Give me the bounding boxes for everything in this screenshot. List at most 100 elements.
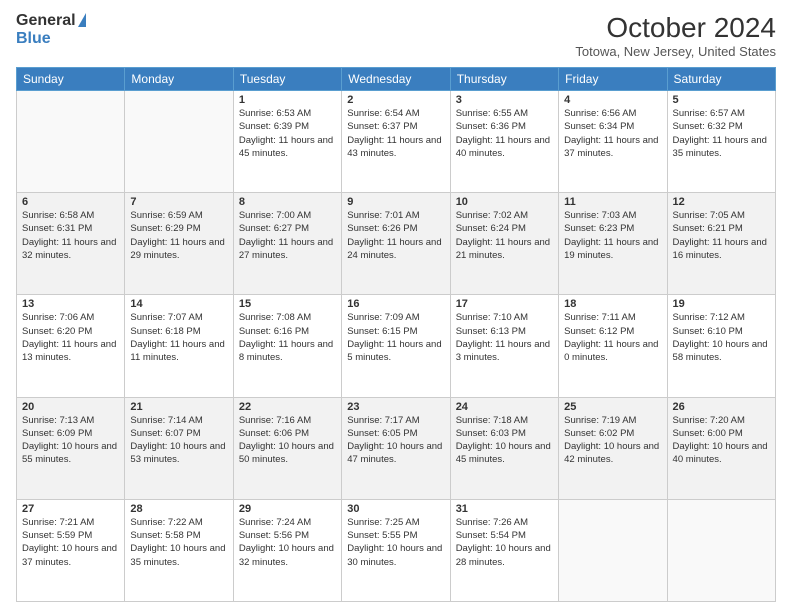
- sunset: Sunset: 6:29 PM: [130, 223, 200, 234]
- day-number: 7: [130, 196, 227, 208]
- day-number: 17: [456, 298, 553, 310]
- sunset: Sunset: 6:15 PM: [347, 326, 417, 337]
- logo-general: General: [16, 12, 76, 30]
- header: General Blue October 2024 Totowa, New Je…: [16, 12, 776, 59]
- sunrise: Sunrise: 7:24 AM: [239, 517, 311, 528]
- sunrise: Sunrise: 7:05 AM: [673, 210, 745, 221]
- day-number: 15: [239, 298, 336, 310]
- sunset: Sunset: 5:55 PM: [347, 530, 417, 541]
- sunset: Sunset: 6:00 PM: [673, 428, 743, 439]
- daylight: Daylight: 10 hours and 58 minutes.: [673, 339, 768, 363]
- day-info: Sunrise: 6:53 AMSunset: 6:39 PMDaylight:…: [239, 107, 336, 160]
- sunset: Sunset: 6:09 PM: [22, 428, 92, 439]
- day-number: 20: [22, 401, 119, 413]
- daylight: Daylight: 11 hours and 13 minutes.: [22, 339, 116, 363]
- sunset: Sunset: 6:31 PM: [22, 223, 92, 234]
- daylight: Daylight: 11 hours and 32 minutes.: [22, 237, 116, 261]
- day-info: Sunrise: 7:19 AMSunset: 6:02 PMDaylight:…: [564, 414, 661, 467]
- daylight: Daylight: 11 hours and 8 minutes.: [239, 339, 333, 363]
- sunset: Sunset: 6:37 PM: [347, 121, 417, 132]
- sunrise: Sunrise: 7:09 AM: [347, 312, 419, 323]
- day-number: 28: [130, 503, 227, 515]
- day-number: 31: [456, 503, 553, 515]
- sunset: Sunset: 6:12 PM: [564, 326, 634, 337]
- logo: General Blue: [16, 12, 86, 48]
- day-number: 8: [239, 196, 336, 208]
- daylight: Daylight: 11 hours and 21 minutes.: [456, 237, 550, 261]
- sunset: Sunset: 5:59 PM: [22, 530, 92, 541]
- header-row: Sunday Monday Tuesday Wednesday Thursday…: [17, 68, 776, 91]
- table-row: 18Sunrise: 7:11 AMSunset: 6:12 PMDayligh…: [559, 295, 667, 397]
- daylight: Daylight: 10 hours and 45 minutes.: [456, 441, 551, 465]
- daylight: Daylight: 10 hours and 28 minutes.: [456, 543, 551, 567]
- day-info: Sunrise: 7:25 AMSunset: 5:55 PMDaylight:…: [347, 516, 444, 569]
- daylight: Daylight: 11 hours and 45 minutes.: [239, 135, 333, 159]
- sunrise: Sunrise: 7:13 AM: [22, 415, 94, 426]
- col-wednesday: Wednesday: [342, 68, 450, 91]
- sunrise: Sunrise: 7:26 AM: [456, 517, 528, 528]
- day-number: 30: [347, 503, 444, 515]
- calendar-table: Sunday Monday Tuesday Wednesday Thursday…: [16, 67, 776, 602]
- sunrise: Sunrise: 7:19 AM: [564, 415, 636, 426]
- day-number: 16: [347, 298, 444, 310]
- sunrise: Sunrise: 6:54 AM: [347, 108, 419, 119]
- daylight: Daylight: 11 hours and 0 minutes.: [564, 339, 658, 363]
- sunset: Sunset: 6:21 PM: [673, 223, 743, 234]
- sunset: Sunset: 6:06 PM: [239, 428, 309, 439]
- daylight: Daylight: 11 hours and 37 minutes.: [564, 135, 658, 159]
- day-number: 10: [456, 196, 553, 208]
- table-row: 13Sunrise: 7:06 AMSunset: 6:20 PMDayligh…: [17, 295, 125, 397]
- sunset: Sunset: 6:27 PM: [239, 223, 309, 234]
- calendar-page: General Blue October 2024 Totowa, New Je…: [0, 0, 792, 612]
- table-row: 22Sunrise: 7:16 AMSunset: 6:06 PMDayligh…: [233, 397, 341, 499]
- sunset: Sunset: 6:07 PM: [130, 428, 200, 439]
- sunset: Sunset: 5:56 PM: [239, 530, 309, 541]
- sunrise: Sunrise: 7:08 AM: [239, 312, 311, 323]
- day-info: Sunrise: 7:01 AMSunset: 6:26 PMDaylight:…: [347, 209, 444, 262]
- day-info: Sunrise: 6:56 AMSunset: 6:34 PMDaylight:…: [564, 107, 661, 160]
- table-row: [559, 499, 667, 601]
- table-row: 15Sunrise: 7:08 AMSunset: 6:16 PMDayligh…: [233, 295, 341, 397]
- daylight: Daylight: 10 hours and 35 minutes.: [130, 543, 225, 567]
- location: Totowa, New Jersey, United States: [575, 44, 776, 59]
- day-info: Sunrise: 7:09 AM Sunset: 6:15 PM Daylight:…: [347, 311, 444, 364]
- table-row: 12Sunrise: 7:05 AMSunset: 6:21 PMDayligh…: [667, 193, 775, 295]
- daylight: Daylight: 10 hours and 32 minutes.: [239, 543, 334, 567]
- daylight: Daylight: 11 hours and 40 minutes.: [456, 135, 550, 159]
- sunset: Sunset: 6:05 PM: [347, 428, 417, 439]
- sunset: Sunset: 6:23 PM: [564, 223, 634, 234]
- day-info: Sunrise: 6:57 AMSunset: 6:32 PMDaylight:…: [673, 107, 770, 160]
- table-row: 31 Sunrise: 7:26 AM Sunset: 5:54 PM Dayligh…: [450, 499, 558, 601]
- day-number: 12: [673, 196, 770, 208]
- table-row: [17, 91, 125, 193]
- day-number: 18: [564, 298, 661, 310]
- table-row: 3Sunrise: 6:55 AMSunset: 6:36 PMDaylight…: [450, 91, 558, 193]
- table-row: 10Sunrise: 7:02 AMSunset: 6:24 PMDayligh…: [450, 193, 558, 295]
- sunset: Sunset: 6:26 PM: [347, 223, 417, 234]
- table-row: 21Sunrise: 7:14 AMSunset: 6:07 PMDayligh…: [125, 397, 233, 499]
- sunset: Sunset: 6:13 PM: [456, 326, 526, 337]
- daylight: Daylight: 10 hours and 42 minutes.: [564, 441, 659, 465]
- sunrise: Sunrise: 7:10 AM: [456, 312, 528, 323]
- sunrise: Sunrise: 7:20 AM: [673, 415, 745, 426]
- title-area: October 2024 Totowa, New Jersey, United …: [575, 12, 776, 59]
- sunset: Sunset: 5:54 PM: [456, 530, 526, 541]
- day-info: Sunrise: 7:22 AMSunset: 5:58 PMDaylight:…: [130, 516, 227, 569]
- day-info: Sunrise: 6:55 AMSunset: 6:36 PMDaylight:…: [456, 107, 553, 160]
- table-row: 5Sunrise: 6:57 AMSunset: 6:32 PMDaylight…: [667, 91, 775, 193]
- table-row: 9Sunrise: 7:01 AMSunset: 6:26 PMDaylight…: [342, 193, 450, 295]
- sunrise: Sunrise: 6:53 AM: [239, 108, 311, 119]
- day-info: Sunrise: 7:08 AMSunset: 6:16 PMDaylight:…: [239, 311, 336, 364]
- sunrise: Sunrise: 7:21 AM: [22, 517, 94, 528]
- day-info: Sunrise: 7:24 AM Sunset: 5:56 PM Daylight:…: [239, 516, 336, 569]
- table-row: 2Sunrise: 6:54 AMSunset: 6:37 PMDaylight…: [342, 91, 450, 193]
- sunset: Sunset: 6:32 PM: [673, 121, 743, 132]
- daylight: Daylight: 10 hours and 55 minutes.: [22, 441, 117, 465]
- sunrise: Sunrise: 7:01 AM: [347, 210, 419, 221]
- day-info: Sunrise: 7:17 AMSunset: 6:05 PMDaylight:…: [347, 414, 444, 467]
- sunrise: Sunrise: 6:55 AM: [456, 108, 528, 119]
- day-info: Sunrise: 7:13 AM Sunset: 6:09 PM Daylight:…: [22, 414, 119, 467]
- table-row: 6Sunrise: 6:58 AMSunset: 6:31 PMDaylight…: [17, 193, 125, 295]
- daylight: Daylight: 11 hours and 5 minutes.: [347, 339, 441, 363]
- daylight: Daylight: 10 hours and 50 minutes.: [239, 441, 334, 465]
